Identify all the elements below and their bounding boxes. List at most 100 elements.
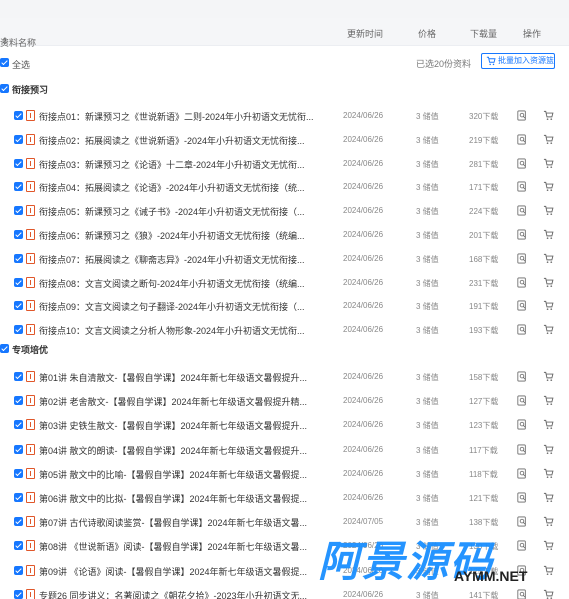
add-to-cart-icon[interactable] [543, 419, 554, 430]
list-item[interactable]: 衔接点05：新课预习之《诫子书》-2024年小升初语文无忧衔接（... 2024/… [0, 199, 569, 223]
item-checkbox[interactable] [14, 206, 23, 216]
add-to-cart-icon[interactable] [543, 181, 554, 192]
item-title[interactable]: 衔接点08：文言文阅读之断句-2024年小升初语文无忧衔接（统编... [39, 277, 315, 290]
item-title[interactable]: 第02讲 老舍散文-【暑假自学课】2024年新七年级语文暑假提升精... [39, 395, 315, 408]
section-checkbox[interactable] [0, 344, 9, 353]
batch-add-button[interactable]: 批量加入资源篮 [481, 53, 555, 69]
add-to-cart-icon[interactable] [543, 492, 554, 503]
item-checkbox[interactable] [14, 589, 23, 599]
preview-icon[interactable] [517, 253, 527, 264]
item-checkbox[interactable] [14, 396, 23, 406]
item-title[interactable]: 衔接点09：文言文阅读之句子翻译-2024年小升初语文无忧衔接（... [39, 300, 315, 313]
list-item[interactable]: 衔接点09：文言文阅读之句子翻译-2024年小升初语文无忧衔接（... 2024/… [0, 294, 569, 318]
item-title[interactable]: 第03讲 史铁生散文-【暑假自学课】2024年新七年级语文暑假提升... [39, 419, 315, 432]
preview-icon[interactable] [517, 468, 527, 479]
preview-icon[interactable] [517, 419, 527, 430]
add-to-cart-icon[interactable] [543, 468, 554, 479]
item-title[interactable]: 衔接点10：文言文阅读之分析人物形象-2024年小升初语文无忧衔... [39, 324, 315, 337]
item-checkbox[interactable] [14, 468, 23, 478]
list-item[interactable]: 衔接点04：拓展阅读之《论语》-2024年小升初语文无忧衔接（统... 2024/… [0, 175, 569, 199]
item-title[interactable]: 专题26 同步讲义：名著阅读之《朝花夕拾》-2023年小升初语文无... [39, 589, 315, 599]
add-to-cart-icon[interactable] [543, 540, 554, 551]
item-title[interactable]: 第01讲 朱自清散文-【暑假自学课】2024年新七年级语文暑假提升... [39, 371, 315, 384]
preview-icon[interactable] [517, 516, 527, 527]
list-item[interactable]: 第05讲 散文中的比喻-【暑假自学课】2024年新七年级语文暑假提... 2024… [0, 462, 569, 486]
list-item[interactable]: 第06讲 散文中的比拟-【暑假自学课】2024年新七年级语文暑假提... 2024… [0, 486, 569, 510]
add-to-cart-icon[interactable] [543, 253, 554, 264]
item-checkbox[interactable] [14, 134, 23, 144]
preview-icon[interactable] [517, 492, 527, 503]
list-item[interactable]: 第08讲 《世说新语》阅读-【暑假自学课】2024年新七年级语文暑... 2024… [0, 534, 569, 558]
preview-icon[interactable] [517, 540, 527, 551]
item-title[interactable]: 衔接点02：拓展阅读之《世说新语》-2024年小升初语文无忧衔接... [39, 134, 315, 147]
preview-icon[interactable] [517, 181, 527, 192]
preview-icon[interactable] [517, 277, 527, 288]
add-to-cart-icon[interactable] [543, 444, 554, 455]
add-to-cart-icon[interactable] [543, 277, 554, 288]
add-to-cart-icon[interactable] [543, 371, 554, 382]
add-to-cart-icon[interactable] [543, 324, 554, 335]
item-title[interactable]: 衔接点01：新课预习之《世说新语》二则-2024年小升初语文无忧衔... [39, 110, 315, 123]
item-title[interactable]: 第07讲 古代诗歌阅读鉴赏-【暑假自学课】2024年新七年级语文暑... [39, 516, 315, 529]
add-to-cart-icon[interactable] [543, 134, 554, 145]
item-checkbox[interactable] [14, 541, 23, 551]
list-item[interactable]: 第03讲 史铁生散文-【暑假自学课】2024年新七年级语文暑假提升... 2024… [0, 413, 569, 437]
list-item[interactable]: 衔接点06：新课预习之《狼》-2024年小升初语文无忧衔接（统编... 2024/… [0, 223, 569, 247]
preview-icon[interactable] [517, 324, 527, 335]
item-title[interactable]: 衔接点03：新课预习之《论语》十二章-2024年小升初语文无忧衔... [39, 158, 315, 171]
preview-icon[interactable] [517, 229, 527, 240]
list-item[interactable]: 衔接点08：文言文阅读之断句-2024年小升初语文无忧衔接（统编... 2024/… [0, 271, 569, 295]
add-to-cart-icon[interactable] [543, 395, 554, 406]
item-checkbox[interactable] [14, 182, 23, 192]
add-to-cart-icon[interactable] [543, 589, 554, 599]
preview-icon[interactable] [517, 371, 527, 382]
preview-icon[interactable] [517, 444, 527, 455]
preview-icon[interactable] [517, 205, 527, 216]
item-title[interactable]: 第05讲 散文中的比喻-【暑假自学课】2024年新七年级语文暑假提... [39, 468, 315, 481]
section-checkbox[interactable] [0, 84, 9, 93]
list-item[interactable]: 衔接点07：拓展阅读之《聊斋志异》-2024年小升初语文无忧衔接... 2024/… [0, 247, 569, 271]
preview-icon[interactable] [517, 300, 527, 311]
item-checkbox[interactable] [14, 158, 23, 168]
list-item[interactable]: 专题26 同步讲义：名著阅读之《朝花夕拾》-2023年小升初语文无... 2024… [0, 583, 569, 599]
item-title[interactable]: 第06讲 散文中的比拟-【暑假自学课】2024年新七年级语文暑假提... [39, 492, 315, 505]
add-to-cart-icon[interactable] [543, 110, 554, 121]
sort-icon[interactable]: ⇕ [1, 36, 9, 47]
list-item[interactable]: 衔接点02：拓展阅读之《世说新语》-2024年小升初语文无忧衔接... 2024/… [0, 128, 569, 152]
list-item[interactable]: 衔接点03：新课预习之《论语》十二章-2024年小升初语文无忧衔... 2024/… [0, 152, 569, 176]
item-title[interactable]: 衔接点06：新课预习之《狼》-2024年小升初语文无忧衔接（统编... [39, 229, 315, 242]
item-title[interactable]: 衔接点05：新课预习之《诫子书》-2024年小升初语文无忧衔接（... [39, 205, 315, 218]
list-item[interactable]: 衔接点10：文言文阅读之分析人物形象-2024年小升初语文无忧衔... 2024/… [0, 318, 569, 342]
preview-icon[interactable] [517, 110, 527, 121]
item-checkbox[interactable] [14, 444, 23, 454]
list-item[interactable]: 衔接点01：新课预习之《世说新语》二则-2024年小升初语文无忧衔... 2024… [0, 104, 569, 128]
add-to-cart-icon[interactable] [543, 158, 554, 169]
add-to-cart-icon[interactable] [543, 205, 554, 216]
select-all-label[interactable]: 全选 [12, 58, 30, 71]
item-checkbox[interactable] [14, 111, 23, 120]
list-item[interactable]: 第07讲 古代诗歌阅读鉴赏-【暑假自学课】2024年新七年级语文暑... 2024… [0, 510, 569, 534]
item-checkbox[interactable] [14, 325, 23, 335]
item-checkbox[interactable] [14, 253, 23, 263]
preview-icon[interactable] [517, 565, 527, 576]
preview-icon[interactable] [517, 158, 527, 169]
list-item[interactable]: 第09讲 《论语》阅读-【暑假自学课】2024年新七年级语文暑假提... 2024… [0, 559, 569, 583]
select-all-checkbox[interactable] [0, 58, 9, 67]
preview-icon[interactable] [517, 134, 527, 145]
item-checkbox[interactable] [14, 493, 23, 502]
preview-icon[interactable] [517, 395, 527, 406]
item-checkbox[interactable] [14, 517, 23, 527]
item-title[interactable]: 衔接点07：拓展阅读之《聊斋志异》-2024年小升初语文无忧衔接... [39, 253, 315, 266]
item-checkbox[interactable] [14, 301, 23, 311]
list-item[interactable]: 第04讲 散文的朗读-【暑假自学课】2024年新七年级语文暑假提升... 2024… [0, 438, 569, 462]
item-checkbox[interactable] [14, 372, 23, 381]
item-checkbox[interactable] [14, 420, 23, 430]
preview-icon[interactable] [517, 589, 527, 599]
add-to-cart-icon[interactable] [543, 565, 554, 576]
list-item[interactable]: 第01讲 朱自清散文-【暑假自学课】2024年新七年级语文暑假提升... 2024… [0, 365, 569, 389]
add-to-cart-icon[interactable] [543, 516, 554, 527]
item-title[interactable]: 第04讲 散文的朗读-【暑假自学课】2024年新七年级语文暑假提升... [39, 444, 315, 457]
add-to-cart-icon[interactable] [543, 229, 554, 240]
item-checkbox[interactable] [14, 277, 23, 287]
item-checkbox[interactable] [14, 230, 23, 239]
